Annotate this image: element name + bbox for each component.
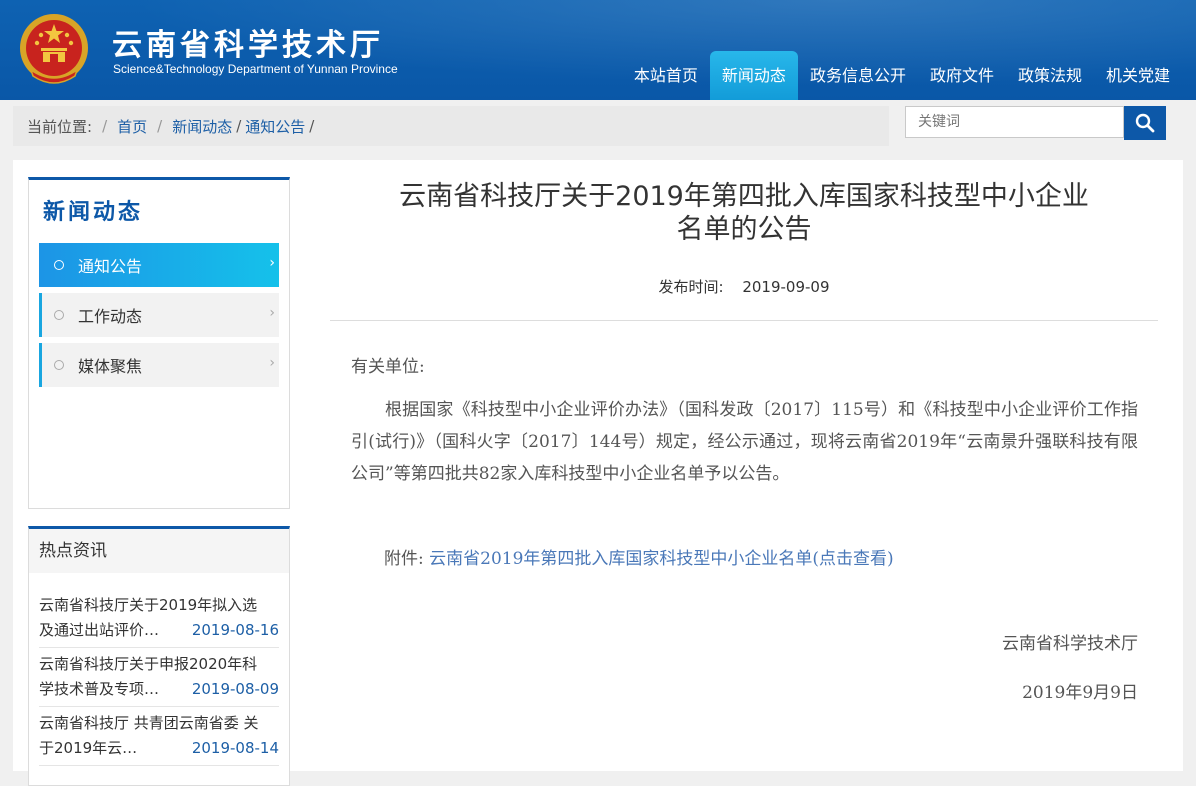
signature-date: 2019年9月9日 [1022, 683, 1138, 703]
chevron-right-icon: › [269, 305, 275, 321]
hot-news-text: 及通过出站评价… [39, 621, 160, 639]
nav-gov-docs[interactable]: 政府文件 [918, 51, 1006, 100]
publish-date: 2019-09-09 [742, 278, 830, 296]
hot-news-item[interactable]: 云南省科技厅关于申报2020年科 学技术普及专项… 2019-08-09 [39, 648, 279, 707]
nav-policies[interactable]: 政策法规 [1006, 51, 1094, 100]
sidebar-title: 新闻动态 [43, 200, 144, 225]
sidebar-item-label: 媒体聚焦 [78, 357, 143, 376]
article-title: 云南省科技厅关于2019年第四批入库国家科技型中小企业 名单的公告 [330, 180, 1158, 246]
signature-org: 云南省科学技术厅 [1002, 634, 1138, 654]
breadcrumb-home[interactable]: 首页 [117, 116, 147, 137]
hot-news-text: 学技术普及专项… [39, 680, 160, 698]
nav-home[interactable]: 本站首页 [622, 51, 710, 100]
site-subtitle: Science&Technology Department of Yunnan … [113, 62, 398, 76]
circle-icon [54, 260, 64, 270]
search-input[interactable] [905, 106, 1124, 138]
hot-news-text: 云南省科技厅关于申报2020年科 [39, 655, 258, 673]
hot-news-item[interactable]: 云南省科技厅关于2019年拟入选 及通过出站评价… 2019-08-16 [39, 589, 279, 648]
search-button[interactable] [1124, 106, 1166, 140]
article-title-line: 云南省科技厅关于2019年第四批入库国家科技型中小企业 [399, 181, 1089, 212]
publish-label: 发布时间: [658, 278, 724, 296]
breadcrumb-separator: / [102, 117, 108, 135]
site-title: 云南省科学技术厅 [112, 28, 384, 63]
article-paragraph: 根据国家《科技型中小企业评价办法》（国科发政〔2017〕115号）和《科技型中小… [351, 400, 1138, 484]
breadcrumb-prefix: 当前位置: [27, 117, 93, 136]
hot-news-item[interactable]: 云南省科技厅 共青团云南省委 关 于2019年云… 2019-08-14 [39, 707, 279, 766]
hot-news-date: 2019-08-16 [191, 621, 279, 639]
site-header: 云南省科学技术厅 Science&Technology Department o… [0, 0, 1196, 100]
hot-news-text: 云南省科技厅关于2019年拟入选 [39, 596, 258, 614]
breadcrumb-notices[interactable]: 通知公告 [245, 116, 305, 137]
attachment-link[interactable]: 云南省2019年第四批入库国家科技型中小企业名单(点击查看) [429, 549, 894, 569]
publish-info: 发布时间: 2019-09-09 [330, 276, 1158, 297]
chevron-right-icon: › [269, 355, 275, 371]
sidebar-item-work-news[interactable]: 工作动态 › [39, 293, 279, 337]
circle-icon [54, 310, 64, 320]
hot-news-text: 云南省科技厅 共青团云南省委 关 [39, 714, 259, 732]
hot-news-title: 热点资讯 [29, 529, 289, 573]
sidebar-item-label: 通知公告 [78, 257, 143, 276]
hot-news-date: 2019-08-09 [191, 680, 279, 698]
breadcrumb-separator: / [236, 117, 242, 135]
divider [330, 320, 1158, 321]
nav-party[interactable]: 机关党建 [1094, 51, 1182, 100]
breadcrumb: 当前位置: / 首页 / 新闻动态 / 通知公告 / [13, 106, 889, 146]
sidebar-item-label: 工作动态 [78, 307, 143, 326]
attachment-label: 附件: [384, 549, 424, 569]
nav-news[interactable]: 新闻动态 [709, 51, 798, 100]
hot-news-text: 于2019年云… [39, 739, 138, 757]
national-emblem-icon[interactable] [17, 12, 91, 88]
sidebar-menu: 新闻动态 通知公告 › 工作动态 › 媒体聚焦 › [28, 177, 290, 509]
breadcrumb-separator: / [157, 117, 163, 135]
hot-news-date: 2019-08-14 [191, 739, 279, 757]
article-salutation: 有关单位: [351, 357, 425, 377]
attachment: 附件: 云南省2019年第四批入库国家科技型中小企业名单(点击查看) [384, 544, 894, 569]
sidebar-item-media[interactable]: 媒体聚焦 › [39, 343, 279, 387]
circle-icon [54, 360, 64, 370]
nav-gov-info[interactable]: 政务信息公开 [798, 51, 918, 100]
main-nav: 本站首页 新闻动态 政务信息公开 政府文件 政策法规 机关党建 [622, 51, 1182, 100]
article-title-line: 名单的公告 [676, 214, 812, 245]
sidebar-item-notices[interactable]: 通知公告 › [39, 243, 279, 287]
breadcrumb-separator: / [309, 117, 315, 135]
hot-news-panel: 热点资讯 云南省科技厅关于2019年拟入选 及通过出站评价… 2019-08-1… [28, 526, 290, 786]
breadcrumb-news[interactable]: 新闻动态 [172, 116, 232, 137]
chevron-right-icon: › [269, 255, 275, 271]
search-icon [1135, 113, 1155, 133]
